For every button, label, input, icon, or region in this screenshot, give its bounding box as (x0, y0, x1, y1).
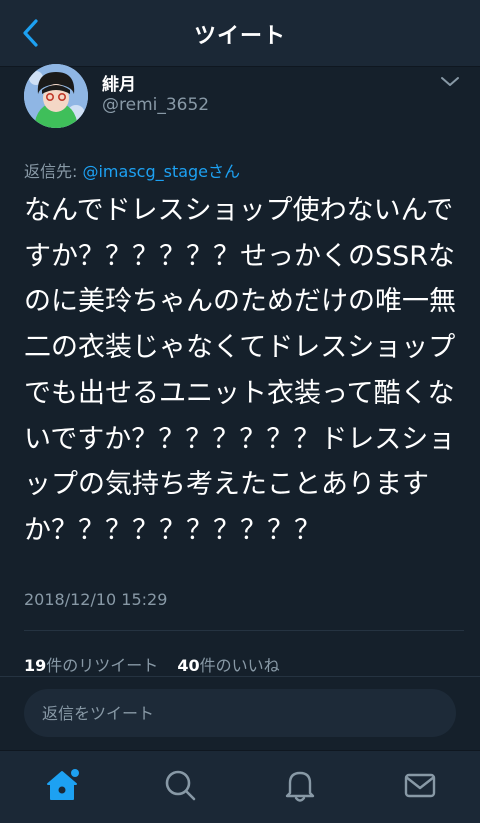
bottom-tab-bar (0, 750, 480, 823)
display-name[interactable]: 緋月 (102, 70, 136, 95)
tweet-text: なんでドレスショップ使わないんですか？？？？？？せっかくのSSRなのに美玲ちゃん… (24, 195, 456, 546)
messages-icon (404, 773, 436, 798)
reply-suffix: さん (208, 162, 241, 181)
tweet-timestamp: 2018/12/10 15:29 (24, 590, 168, 609)
avatar-image (24, 64, 88, 128)
reply-bar (0, 676, 480, 751)
avatar[interactable] (24, 64, 88, 128)
notifications-icon (285, 771, 315, 802)
retweets-stat[interactable]: 19件のリツイート (24, 656, 158, 675)
page-title: ツイート (193, 24, 286, 49)
reply-label: 返信先: (24, 162, 83, 181)
tab-notifications[interactable] (280, 765, 320, 805)
top-bar: ツイート (0, 0, 480, 67)
more-options-button[interactable] (438, 72, 462, 92)
reply-mention-link[interactable]: @imascg_stage (82, 162, 208, 181)
retweets-count: 19 (24, 656, 47, 675)
search-icon (165, 770, 196, 801)
chevron-down-icon (441, 77, 459, 86)
tab-messages[interactable] (400, 765, 440, 805)
home-icon (47, 769, 79, 800)
tab-home[interactable] (42, 765, 82, 805)
retweets-label: 件のリツイート (46, 656, 159, 675)
likes-stat[interactable]: 40件のいいね (177, 656, 279, 675)
likes-label: 件のいいね (199, 656, 280, 675)
likes-count: 40 (177, 656, 200, 675)
tweet-stats: 19件のリツイート 40件のいいね (24, 652, 294, 676)
tab-search[interactable] (160, 765, 200, 805)
divider (24, 630, 464, 631)
reply-context: 返信先: @imascg_stageさん (24, 158, 240, 182)
user-handle[interactable]: @remi_3652 (102, 95, 209, 115)
reply-input[interactable] (24, 689, 456, 737)
